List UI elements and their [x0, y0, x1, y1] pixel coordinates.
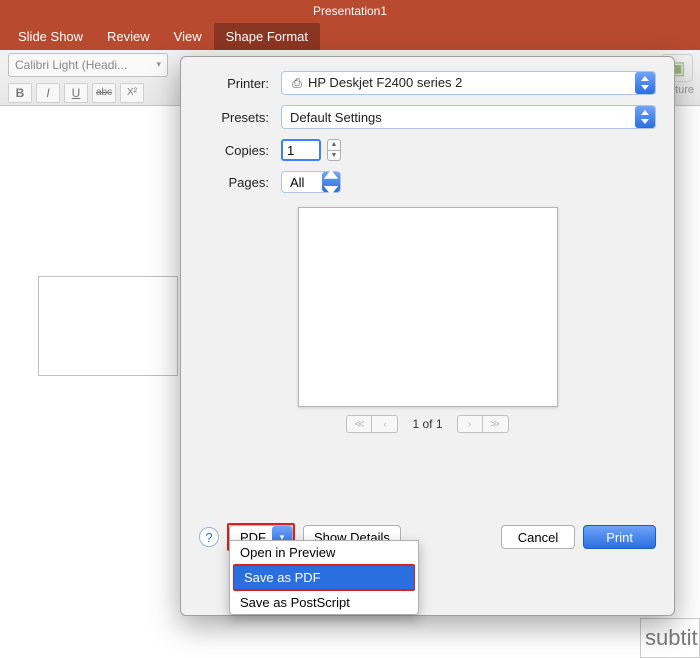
superscript-button[interactable]: X² [120, 83, 144, 103]
copies-input[interactable] [281, 139, 321, 161]
menu-open-preview[interactable]: Open in Preview [230, 541, 418, 564]
updown-icon [635, 106, 655, 128]
copies-stepper[interactable]: ▲ ▼ [327, 139, 341, 161]
printer-value: HP Deskjet F2400 series 2 [308, 75, 462, 90]
bold-button[interactable]: B [8, 83, 32, 103]
stepper-down-icon[interactable]: ▼ [327, 151, 341, 162]
tab-review[interactable]: Review [95, 23, 162, 50]
pages-select[interactable]: All [281, 171, 341, 193]
underline-button[interactable]: U [64, 83, 88, 103]
font-name: Calibri Light (Headi... [15, 58, 127, 72]
menu-save-as-pdf[interactable]: Save as PDF [234, 566, 414, 589]
print-dialog: Printer: ⎙ HP Deskjet F2400 series 2 Pres… [180, 56, 675, 616]
printer-label: Printer: [199, 76, 269, 91]
cancel-button[interactable]: Cancel [501, 525, 575, 549]
strikethrough-button[interactable]: abc [92, 83, 116, 103]
copies-label: Copies: [199, 143, 269, 158]
tab-slide-show[interactable]: Slide Show [6, 23, 95, 50]
page-first-button[interactable]: ≪ [346, 415, 372, 433]
page-next-button[interactable]: › [457, 415, 483, 433]
presets-value: Default Settings [290, 110, 382, 125]
tab-shape-format[interactable]: Shape Format [214, 23, 320, 50]
updown-icon [635, 72, 655, 94]
pager: ≪ ‹ 1 of 1 › ≫ [199, 415, 656, 433]
pdf-dropdown-menu: Open in Preview Save as PDF Save as Post… [229, 540, 419, 615]
help-button[interactable]: ? [199, 527, 219, 547]
subtitle-placeholder[interactable]: subtit [640, 618, 700, 658]
ribbon-tabs: Slide Show Review View Shape Format [0, 22, 700, 50]
print-button[interactable]: Print [583, 525, 656, 549]
font-selector[interactable]: Calibri Light (Headi... ▾ [8, 53, 168, 77]
tab-view[interactable]: View [162, 23, 214, 50]
slide-thumbnail[interactable] [38, 276, 178, 376]
stepper-up-icon[interactable]: ▲ [327, 139, 341, 151]
chevron-down-icon: ▾ [156, 59, 161, 70]
printer-icon: ⎙ [290, 77, 304, 91]
menu-save-pdf-highlight: Save as PDF [233, 564, 415, 591]
printer-select[interactable]: ⎙ HP Deskjet F2400 series 2 [281, 71, 656, 95]
updown-icon [322, 172, 340, 192]
pages-label: Pages: [199, 175, 269, 190]
italic-button[interactable]: I [36, 83, 60, 103]
page-last-button[interactable]: ≫ [483, 415, 509, 433]
pages-value: All [290, 175, 304, 190]
page-prev-button[interactable]: ‹ [372, 415, 398, 433]
print-preview [298, 207, 558, 407]
presets-label: Presets: [199, 110, 269, 125]
window-title: Presentation1 [0, 0, 700, 22]
presets-select[interactable]: Default Settings [281, 105, 656, 129]
menu-save-postscript[interactable]: Save as PostScript [230, 591, 418, 614]
page-indicator: 1 of 1 [412, 417, 442, 431]
